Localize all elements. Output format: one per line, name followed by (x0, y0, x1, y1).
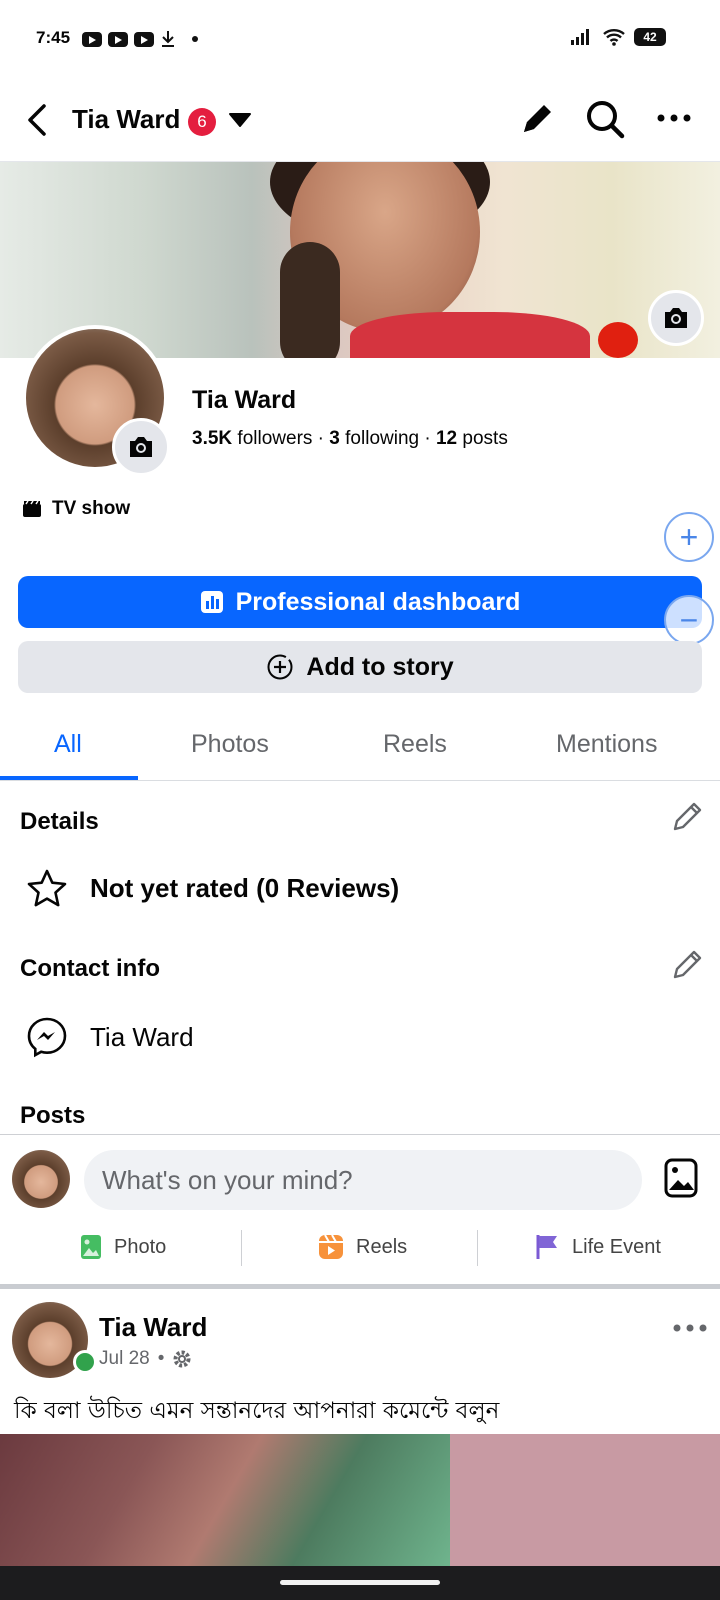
post-author-name[interactable]: Tia Ward (99, 1312, 207, 1343)
separator (241, 1230, 242, 1266)
post-media-side[interactable] (450, 1434, 720, 1566)
whats-on-your-mind-input[interactable]: What's on your mind? (84, 1150, 642, 1210)
youtube-icon (82, 31, 102, 47)
photo-label: Photo (114, 1235, 167, 1258)
search-icon[interactable] (584, 98, 626, 140)
photo-icon (81, 1235, 101, 1259)
camera-icon (665, 308, 687, 328)
profile-stats[interactable]: 3.5K followers · 3 following · 12 posts (192, 428, 508, 450)
edit-pencil-icon[interactable] (518, 98, 558, 138)
profile-name: Tia Ward (192, 386, 297, 414)
page-title[interactable]: Tia Ward (72, 104, 180, 135)
meta-separator: • (157, 1348, 165, 1369)
life-event-action[interactable]: Life Event (536, 1234, 661, 1260)
camera-icon (130, 437, 152, 457)
profile-tabs: All Photos Reels Mentions (0, 716, 720, 781)
dashboard-icon (200, 591, 223, 613)
edit-details-icon[interactable] (670, 800, 704, 834)
post-text: কি বলা উচিত এমন সন্তানদের আপনারা কমেন্টে… (14, 1398, 500, 1424)
online-status-dot (73, 1350, 97, 1374)
caret-down-icon[interactable] (228, 110, 252, 130)
posts-count: 12 (435, 428, 458, 449)
reels-label: Reels (356, 1235, 408, 1258)
avatar-camera-button[interactable] (112, 418, 170, 476)
cover-flower (598, 322, 638, 358)
photo-action[interactable]: Photo (80, 1234, 166, 1260)
posts-title: Posts (20, 1102, 86, 1129)
system-icons: 42 (570, 28, 666, 46)
rating-text: Not yet rated (0 Reviews) (90, 873, 400, 903)
flag-icon (536, 1235, 557, 1259)
notification-badge: 6 (188, 108, 216, 136)
post-meta: Jul 28 • (99, 1348, 192, 1370)
cover-camera-button[interactable] (648, 290, 704, 346)
back-arrow-icon[interactable] (22, 100, 52, 140)
followers-label: followers (237, 428, 313, 449)
professional-dashboard-button[interactable]: Professional dashboard (18, 576, 702, 628)
cover-braid (280, 242, 340, 358)
followers-count: 3.5K (192, 428, 233, 449)
separator (477, 1230, 478, 1266)
add-photo-icon[interactable] (664, 1158, 698, 1198)
posts-label: posts (462, 428, 508, 449)
tab-mentions[interactable]: Mentions (556, 730, 657, 759)
category-label: TV show (52, 498, 131, 519)
tab-photos[interactable]: Photos (191, 730, 269, 759)
plus-circle-icon (267, 654, 293, 680)
star-icon (27, 869, 67, 907)
more-options-icon[interactable] (656, 108, 692, 128)
section-divider (0, 1284, 720, 1289)
composer-avatar[interactable] (12, 1150, 70, 1208)
zoom-out-button[interactable]: − (664, 595, 714, 645)
messenger-name[interactable]: Tia Ward (90, 1022, 194, 1053)
dot-icon (192, 36, 198, 42)
category-row: TV show (22, 498, 130, 520)
home-gesture-handle[interactable] (280, 1580, 440, 1585)
add-to-story-button[interactable]: Add to story (18, 641, 702, 693)
dashboard-label: Professional dashboard (235, 587, 521, 616)
post-media[interactable] (0, 1434, 450, 1566)
battery-icon: 42 (634, 28, 666, 46)
zoom-in-button[interactable]: + (664, 512, 714, 562)
notification-icons (82, 30, 198, 48)
messenger-icon (27, 1017, 67, 1058)
youtube-icon (108, 31, 128, 47)
tab-all[interactable]: All (54, 730, 82, 759)
signal-icon (571, 29, 589, 45)
status-time: 7:45 (36, 28, 71, 47)
clapperboard-icon (23, 500, 41, 517)
tab-reels[interactable]: Reels (383, 730, 447, 759)
post-date[interactable]: Jul 28 (99, 1348, 150, 1370)
youtube-icon (134, 31, 154, 47)
edit-contact-icon[interactable] (670, 948, 704, 982)
reels-icon (319, 1234, 343, 1259)
life-event-label: Life Event (572, 1235, 661, 1258)
download-icon (162, 31, 174, 47)
status-bar: 7:45 42 (0, 0, 720, 80)
contact-info-title: Contact info (20, 955, 160, 982)
post-more-icon[interactable] (672, 1318, 708, 1338)
following-count: 3 (329, 428, 340, 449)
add-story-label: Add to story (306, 652, 454, 681)
divider (0, 1134, 720, 1135)
details-title: Details (20, 808, 99, 835)
active-tab-indicator (0, 776, 138, 780)
privacy-gear-icon[interactable] (172, 1349, 192, 1369)
reels-action[interactable]: Reels (318, 1234, 407, 1260)
following-label: following (345, 428, 420, 449)
wifi-icon (603, 29, 625, 46)
top-header: Tia Ward 6 (0, 80, 720, 162)
cover-shirt (350, 312, 590, 358)
